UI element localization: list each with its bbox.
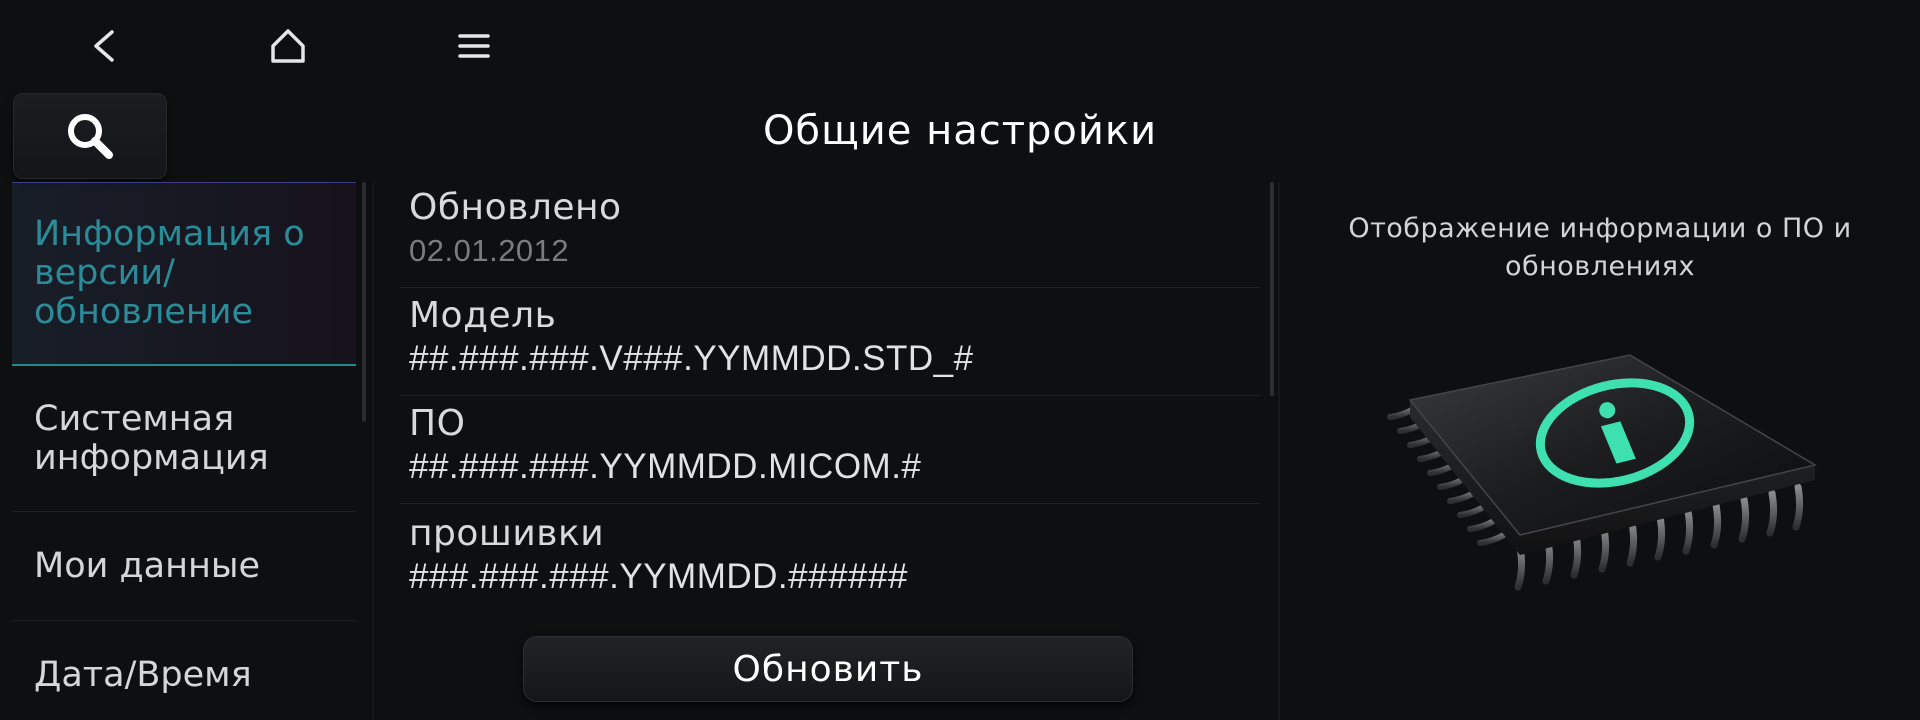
- home-icon: [271, 29, 305, 63]
- row-value: ###.###.###.YYMMDD.######: [409, 557, 908, 596]
- sidebar-scrollbar[interactable]: [362, 182, 366, 422]
- sidebar-item-date-time[interactable]: Дата/Время: [12, 621, 356, 720]
- sidebar-item-my-data[interactable]: Мои данные: [12, 512, 356, 620]
- menu-icon: [458, 34, 490, 58]
- search-icon: [68, 114, 113, 159]
- row-label: Модель: [409, 295, 557, 336]
- general-settings-screen: Общие настройки Информация о версии/ обн…: [0, 0, 1920, 720]
- row-value: ##.###.###.V###.YYMMDD.STD_#: [409, 339, 974, 378]
- menu-button[interactable]: [444, 18, 504, 74]
- sidebar-edge: [372, 182, 374, 720]
- panel-description: Отображение информации о ПО и обновления…: [1348, 213, 1852, 282]
- home-button[interactable]: [258, 18, 318, 74]
- search-button[interactable]: [13, 93, 167, 179]
- row-value: ##.###.###.YYMMDD.MICOM.#: [409, 447, 922, 486]
- list-item-firmware: прошивки ###.###.###.YYMMDD.######: [400, 512, 1260, 598]
- row-divider: [400, 503, 1260, 504]
- row-label: Обновлено: [409, 187, 622, 228]
- chip-info-icon: [1387, 354, 1817, 591]
- sidebar-item-label: Дата/Время: [34, 654, 252, 695]
- list-item-software: ПО ##.###.###.YYMMDD.MICOM.#: [400, 402, 1260, 488]
- list-scrollbar[interactable]: [1270, 182, 1274, 396]
- back-arrow-icon: [94, 30, 114, 62]
- row-value: 02.01.2012: [409, 233, 570, 268]
- sidebar-item-version-update[interactable]: Информация о версии/ обновление: [12, 182, 356, 366]
- sidebar-item-label: Информация о версии/ обновление: [34, 214, 305, 332]
- sidebar-item-label: Мои данные: [34, 545, 261, 586]
- row-divider: [400, 395, 1260, 396]
- back-button[interactable]: [73, 18, 133, 74]
- update-button-label: Обновить: [732, 648, 924, 690]
- page-title: Общие настройки: [762, 108, 1158, 154]
- row-label: прошивки: [409, 513, 605, 554]
- sidebar-item-system-info[interactable]: Системная информация: [12, 368, 356, 510]
- row-label: ПО: [409, 403, 466, 444]
- list-item-model: Модель ##.###.###.V###.YYMMDD.STD_#: [400, 294, 1260, 380]
- sidebar-item-label: Системная информация: [34, 399, 269, 478]
- list-item-updated: Обновлено 02.01.2012: [400, 186, 1260, 272]
- column-divider: [1278, 182, 1280, 720]
- row-divider: [400, 287, 1260, 288]
- update-button[interactable]: Обновить: [523, 636, 1133, 702]
